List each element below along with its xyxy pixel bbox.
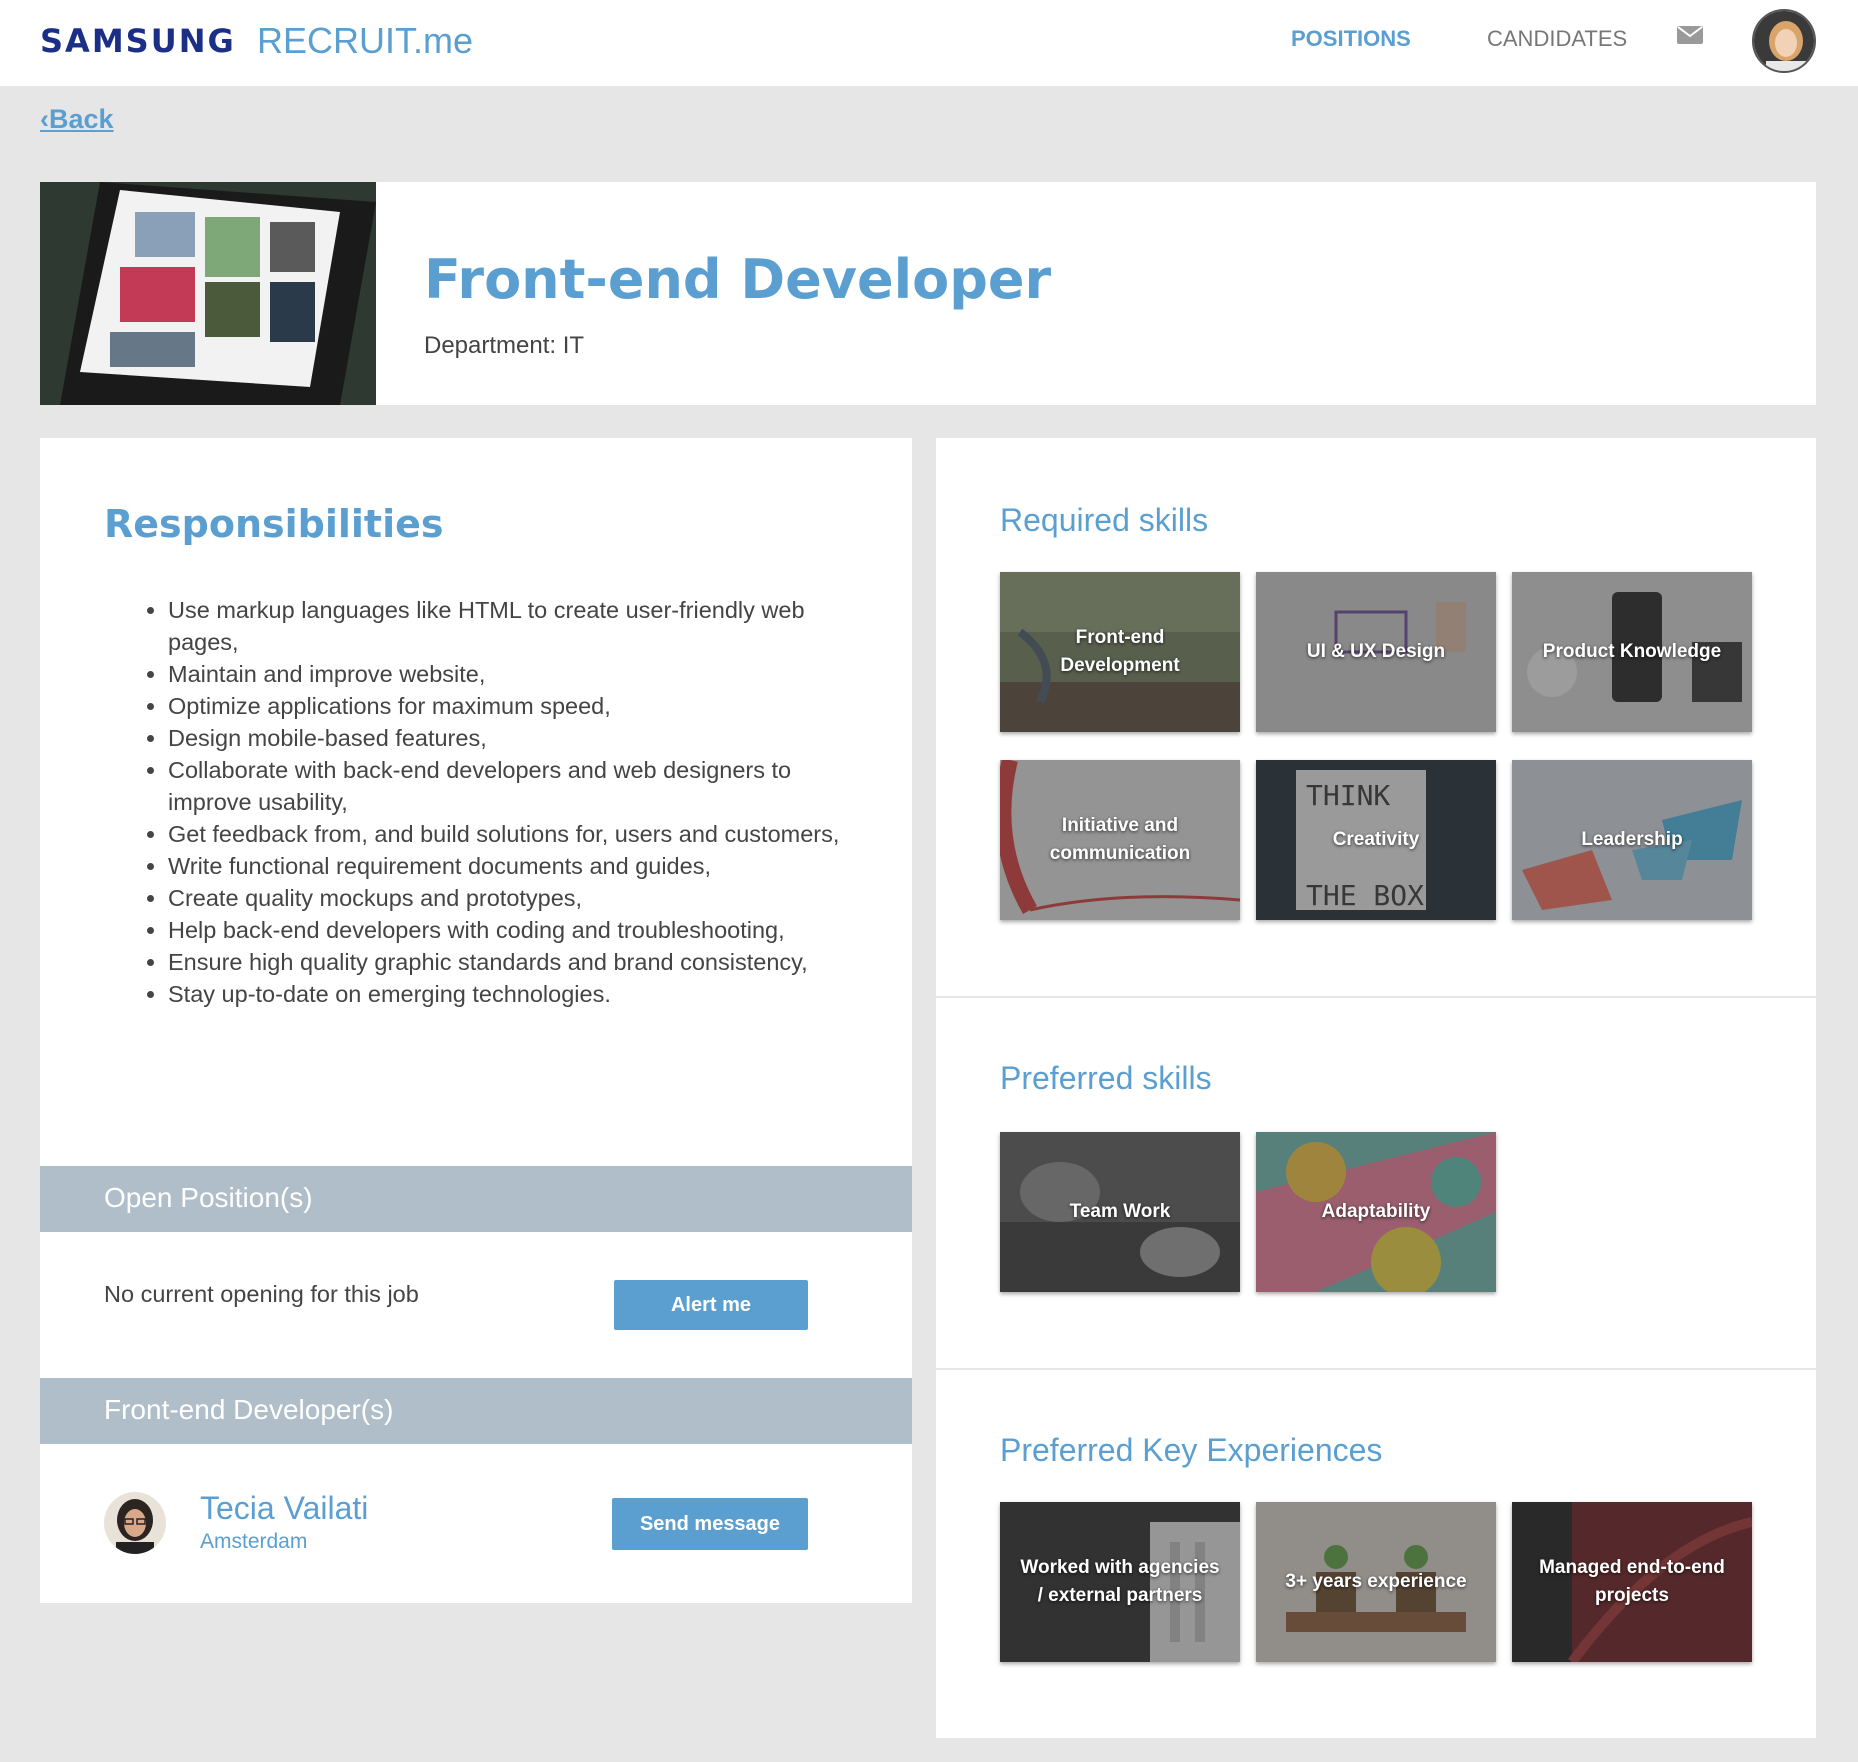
app-name[interactable]: RECRUIT.me <box>257 20 473 62</box>
experience-label: Managed end-to-end projects <box>1539 1557 1725 1606</box>
skill-label: Product Knowledge <box>1542 641 1722 662</box>
skill-tile-initiative-and-communication[interactable]: Initiative and communication <box>1000 760 1240 920</box>
alert-me-button[interactable]: Alert me <box>614 1280 808 1330</box>
responsibilities-card: Responsibilities Use markup languages li… <box>40 438 912 1603</box>
experience-label: Worked with agencies / external partners <box>1020 1557 1220 1606</box>
list-item: Stay up-to-date on emerging technologies… <box>168 978 858 1010</box>
skill-label: Team Work <box>1069 1201 1171 1222</box>
preferred-skills-title: Preferred skills <box>1000 1060 1212 1096</box>
back-link[interactable]: ‹Back <box>40 104 114 135</box>
open-positions-title: Open Position(s) <box>104 1182 313 1213</box>
job-title: Front-end Developer <box>424 248 1052 311</box>
skill-tile-team-work[interactable]: Team Work <box>1000 1132 1240 1292</box>
job-header-card: Front-end Developer Department: IT <box>40 182 1816 405</box>
open-positions-header: Open Position(s) <box>40 1166 912 1232</box>
user-avatar[interactable] <box>1752 9 1816 73</box>
skill-tile-ui-ux-design[interactable]: UI & UX Design <box>1256 572 1496 732</box>
list-item: Use markup languages like HTML to create… <box>168 594 858 658</box>
responsibilities-title: Responsibilities <box>104 502 444 546</box>
top-navigation-bar: SAMSUNG RECRUIT.me POSITIONS CANDIDATES <box>0 0 1858 86</box>
nav-positions-link[interactable]: POSITIONS <box>1291 26 1411 52</box>
job-department: Department: IT <box>424 332 585 359</box>
back-label: Back <box>49 104 114 134</box>
key-experiences-card: Preferred Key Experiences Worked with ag… <box>936 1370 1816 1738</box>
list-item: Ensure high quality graphic standards an… <box>168 946 858 978</box>
skill-label: Adaptability <box>1321 1201 1431 1222</box>
required-skills-card: Required skills Front-end Development UI… <box>936 438 1816 996</box>
list-item: Help back-end developers with coding and… <box>168 914 858 946</box>
preferred-skills-card: Preferred skills Team Work Adaptability <box>936 998 1816 1368</box>
list-item: Optimize applications for maximum speed, <box>168 690 858 722</box>
chevron-left-icon: ‹ <box>40 104 49 134</box>
developer-avatar[interactable] <box>104 1492 166 1554</box>
experience-label: 3+ years experience <box>1285 1571 1467 1592</box>
experience-tile-agencies[interactable]: Worked with agencies / external partners <box>1000 1502 1240 1662</box>
list-item: Create quality mockups and prototypes, <box>168 882 858 914</box>
skill-label: Creativity <box>1332 829 1420 850</box>
no-opening-text: No current opening for this job <box>104 1281 419 1307</box>
developers-header: Front-end Developer(s) <box>40 1378 912 1444</box>
list-item: Get feedback from, and build solutions f… <box>168 818 858 850</box>
skill-tile-leadership[interactable]: Leadership <box>1512 760 1752 920</box>
developer-city: Amsterdam <box>200 1530 308 1553</box>
skill-label: Leadership <box>1581 829 1683 850</box>
skill-tile-adaptability[interactable]: Adaptability <box>1256 1132 1496 1292</box>
key-experiences-title: Preferred Key Experiences <box>1000 1432 1383 1468</box>
skill-tile-product-knowledge[interactable]: Product Knowledge <box>1512 572 1752 732</box>
list-item: Write functional requirement documents a… <box>168 850 858 882</box>
send-message-button[interactable]: Send message <box>612 1498 808 1550</box>
responsibilities-list: Use markup languages like HTML to create… <box>168 594 858 1010</box>
mail-icon[interactable] <box>1677 26 1703 44</box>
nav-candidates-link[interactable]: CANDIDATES <box>1487 26 1627 52</box>
list-item: Maintain and improve website, <box>168 658 858 690</box>
experience-tile-projects[interactable]: Managed end-to-end projects <box>1512 1502 1752 1662</box>
skill-label: UI & UX Design <box>1306 641 1446 662</box>
developers-title: Front-end Developer(s) <box>104 1394 394 1425</box>
samsung-logo[interactable]: SAMSUNG <box>40 22 236 60</box>
skill-tile-creativity[interactable]: THINK THE BOX Creativity <box>1256 760 1496 920</box>
developer-name[interactable]: Tecia Vailati <box>200 1490 368 1527</box>
list-item: Collaborate with back-end developers and… <box>168 754 858 818</box>
job-header-image <box>40 182 376 405</box>
required-skills-title: Required skills <box>1000 502 1209 538</box>
experience-tile-years[interactable]: 3+ years experience <box>1256 1502 1496 1662</box>
list-item: Design mobile-based features, <box>168 722 858 754</box>
skill-label: Front-end Development <box>1060 627 1180 676</box>
skill-tile-front-end-development[interactable]: Front-end Development <box>1000 572 1240 732</box>
skill-label: Initiative and communication <box>1049 815 1191 864</box>
